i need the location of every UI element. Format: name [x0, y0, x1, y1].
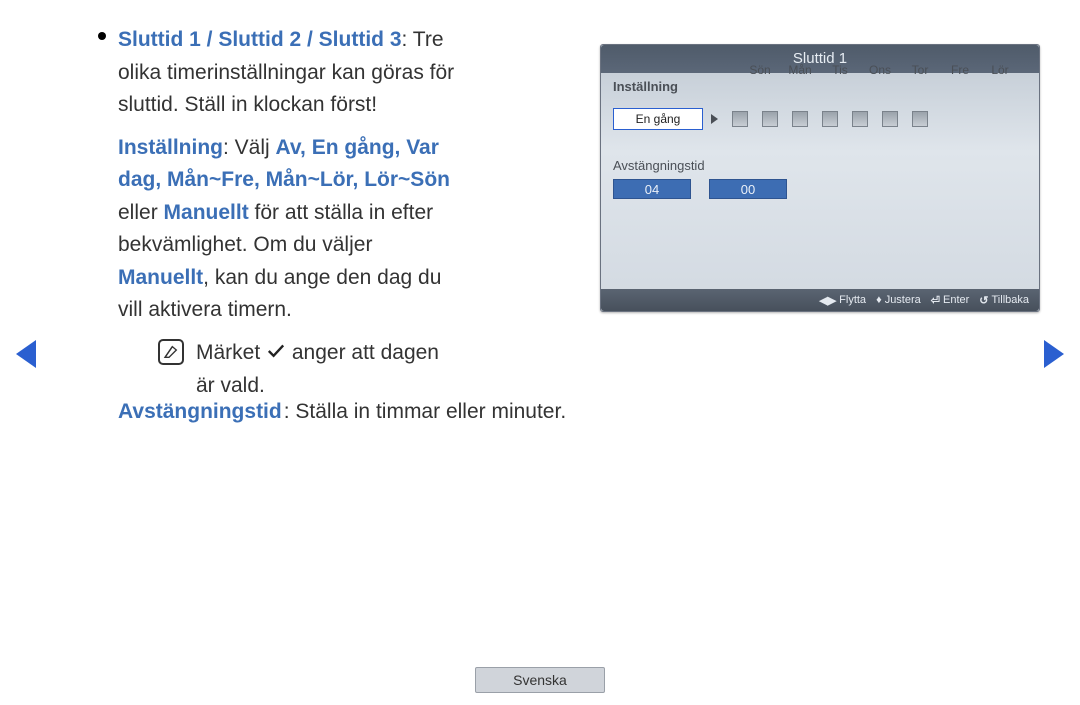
osd-select[interactable]: En gång [613, 108, 703, 130]
installning-label: Inställning [118, 136, 223, 159]
day-checkbox[interactable] [852, 111, 868, 127]
body-text: Sluttid 1 / Sluttid 2 / Sluttid 3: Tre o… [118, 24, 458, 402]
eller: eller [118, 201, 164, 224]
day-head: Tor [907, 63, 933, 77]
day-head: Mån [787, 63, 813, 77]
footer-justera-label: Justera [885, 294, 921, 306]
footer-justera: ♦Justera [876, 294, 921, 306]
day-checkbox[interactable] [762, 111, 778, 127]
note-pre: Märket [196, 341, 266, 364]
avst-line: Avstängningstid: Ställa in timmar eller … [118, 400, 566, 424]
manuellt-1: Manuellt [164, 201, 249, 224]
enter-icon: ⏎ [931, 294, 940, 307]
footer-flytta: ◀▶Flytta [819, 294, 866, 307]
footer-enter-label: Enter [943, 294, 969, 306]
avst-label: Avstängningstid [118, 400, 282, 423]
osd-days [732, 111, 928, 127]
heading-blue: Sluttid 1 / Sluttid 2 / Sluttid 3 [118, 28, 402, 51]
day-head: Ons [867, 63, 893, 77]
minute-field[interactable]: 00 [709, 179, 787, 199]
note-icon [158, 339, 184, 365]
footer-tillbaka: ↺ Tillbaka [979, 294, 1029, 307]
nav-next-button[interactable] [1044, 340, 1064, 368]
note-text: Märket anger att dagen är vald. [196, 337, 458, 402]
day-checkbox[interactable] [822, 111, 838, 127]
note-row: Märket anger att dagen är vald. [158, 337, 458, 402]
day-checkbox[interactable] [732, 111, 748, 127]
day-checkbox[interactable] [792, 111, 808, 127]
language-pill[interactable]: Svenska [475, 667, 605, 693]
day-checkbox[interactable] [912, 111, 928, 127]
return-icon: ↺ [979, 294, 988, 307]
osd-body: Sön Mån Tis Ons Tor Fre Lör Inställning … [601, 73, 1039, 203]
osd-row-installning: Inställning [613, 79, 1027, 94]
nav-prev-button[interactable] [16, 340, 36, 368]
hour-field[interactable]: 04 [613, 179, 691, 199]
bullet-icon [98, 32, 106, 40]
day-head: Tis [827, 63, 853, 77]
heading-para: Sluttid 1 / Sluttid 2 / Sluttid 3: Tre o… [118, 24, 458, 122]
day-head: Fre [947, 63, 973, 77]
manuellt-2: Manuellt [118, 266, 203, 289]
check-icon [266, 337, 286, 370]
footer-enter: ⏎Enter [931, 294, 970, 307]
osd-panel: Sluttid 1 Sön Mån Tis Ons Tor Fre Lör In… [600, 44, 1040, 312]
updown-icon: ♦ [876, 294, 882, 306]
avst-rest: : Ställa in timmar eller minuter. [284, 400, 566, 423]
osd-row-select: En gång [613, 94, 1027, 130]
osd-time-row: 04 00 [613, 179, 1027, 199]
day-head: Lör [987, 63, 1013, 77]
footer-flytta-label: Flytta [839, 294, 866, 306]
chevron-right-icon [711, 114, 718, 124]
lr-arrows-icon: ◀▶ [819, 294, 836, 307]
osd-avst-label: Avstängningstid [613, 158, 1027, 173]
osd-footer: ◀▶Flytta ♦Justera ⏎Enter ↺ Tillbaka [601, 289, 1039, 311]
footer-tillbaka-label: Tillbaka [992, 294, 1030, 306]
installning-para: Inställning: Välj Av, En gång, Var dag, … [118, 132, 458, 327]
installning-sep: : Välj [223, 136, 276, 159]
day-head: Sön [747, 63, 773, 77]
day-checkbox[interactable] [882, 111, 898, 127]
osd-installning-label: Inställning [613, 79, 703, 94]
osd-days-header: Sön Mån Tis Ons Tor Fre Lör [747, 63, 1013, 77]
